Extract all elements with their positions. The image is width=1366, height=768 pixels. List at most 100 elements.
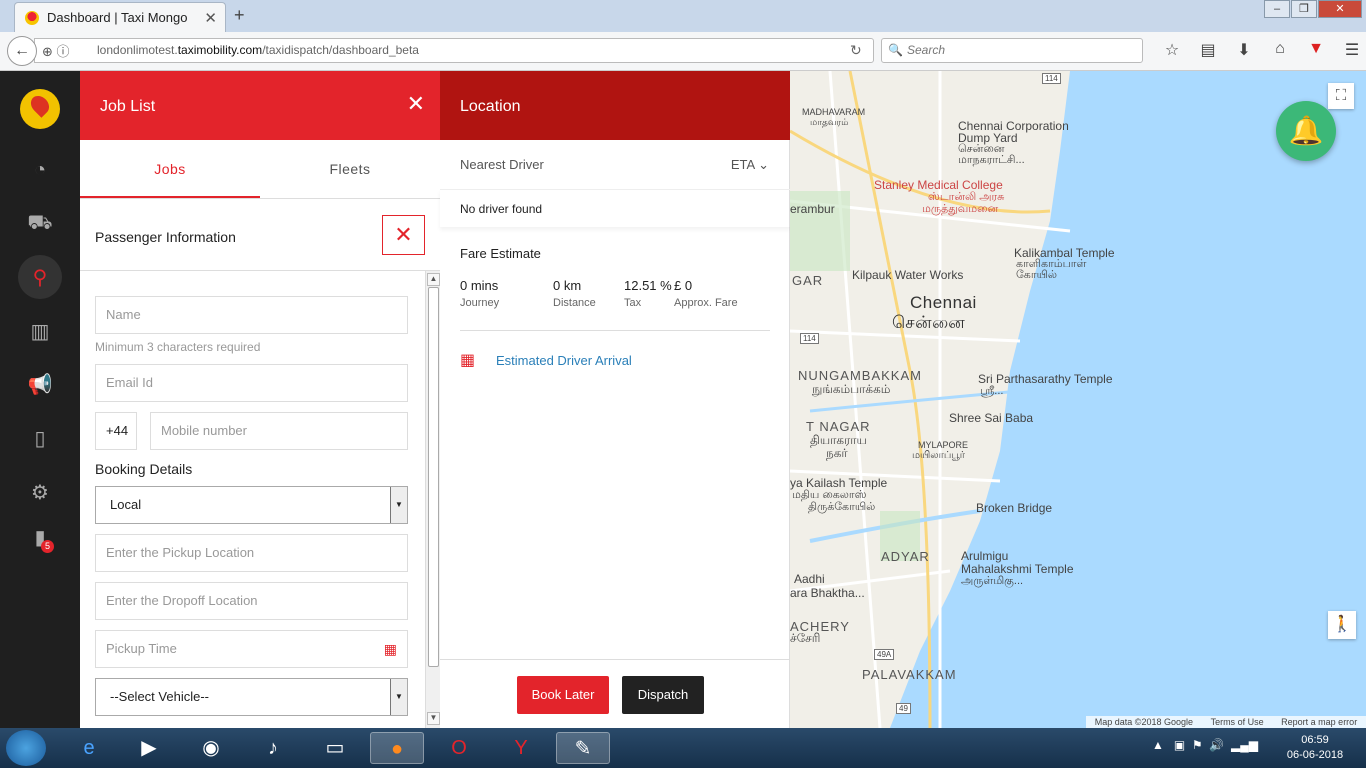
dashboard-icon[interactable]: ◔ [18, 148, 62, 192]
scroll-down-icon[interactable]: ▼ [427, 712, 440, 725]
divider [460, 330, 770, 331]
internet-explorer-icon[interactable]: e [62, 732, 116, 764]
close-window-button[interactable]: ✕ [1318, 0, 1362, 18]
close-joblist-icon[interactable]: ✕ [407, 91, 425, 117]
map-label: GAR [792, 273, 824, 288]
minimize-button[interactable]: – [1264, 0, 1290, 18]
site-info-icon[interactable]: ⊕ ⓘ [42, 41, 70, 60]
reports-chart-icon[interactable]: ▥ [18, 309, 62, 353]
network-icon[interactable]: ▣ [1174, 738, 1185, 752]
map-label: erambur [790, 202, 835, 216]
map-label: MYLAPORE [918, 440, 969, 450]
fare-value: £ 0 [674, 278, 693, 293]
map-label: Broken Bridge [976, 501, 1053, 515]
browser-search-input[interactable]: 🔍 Search [881, 38, 1143, 63]
fare-value: 12.51 % [624, 278, 672, 293]
pickup-time-field[interactable]: Pickup Time ▦ [95, 630, 408, 668]
report-error-link[interactable]: Report a map error [1281, 716, 1357, 728]
notification-badge: 5 [41, 540, 54, 553]
favicon-icon [25, 10, 39, 25]
dropoff-location-field[interactable]: Enter the Dropoff Location [95, 582, 408, 620]
document-icon[interactable]: ▯ [18, 416, 62, 460]
tab-title: Dashboard | Taxi Mongo [47, 10, 188, 25]
app-logo[interactable] [20, 89, 60, 129]
map-label: மருத்துவமனை [922, 203, 999, 215]
road-shield: 114 [800, 333, 819, 344]
home-icon[interactable]: ⌂ [1262, 40, 1298, 60]
action-footer: Book Later Dispatch [440, 659, 790, 728]
maximize-button[interactable]: ❐ [1291, 0, 1317, 18]
street-view-pegman-icon[interactable]: 🚶 [1328, 611, 1356, 639]
settings-gear-icon[interactable]: ⚙ [18, 470, 62, 514]
scroll-up-icon[interactable]: ▲ [427, 273, 440, 286]
map-label: NUNGAMBAKKAM [798, 368, 922, 383]
calendar-icon[interactable]: ▦ [384, 631, 397, 667]
fare-distance: 0 km Distance [553, 278, 596, 309]
map-label: கோயில் [1016, 269, 1058, 281]
book-later-button[interactable]: Book Later [517, 676, 609, 714]
map[interactable]: MADHAVARAM மாதவரம் Chennai Corporation D… [790, 71, 1366, 728]
show-hidden-icons-icon[interactable]: ▲ [1152, 738, 1164, 752]
booking-type-select[interactable]: Local ▼ [95, 486, 408, 524]
pickup-location-field[interactable]: Enter the Pickup Location [95, 534, 408, 572]
notifications-book-icon[interactable]: ▮ 5 [18, 515, 62, 559]
yandex-icon[interactable]: Y [494, 732, 548, 764]
country-code-field[interactable]: +44 [95, 412, 137, 450]
fullscreen-icon[interactable]: ⛶ [1328, 83, 1354, 109]
map-label: Shree Sai Baba [949, 411, 1034, 425]
scrollbar-thumb[interactable] [428, 287, 439, 667]
fare-label: Tax [624, 297, 642, 309]
form-scrollbar[interactable]: ▲ ▼ [425, 271, 440, 728]
no-driver-message: No driver found [440, 189, 790, 227]
vehicle-select[interactable]: --Select Vehicle-- ▼ [95, 678, 408, 716]
location-panel: Nearest Driver ETA ⌄ No driver found Far… [440, 140, 790, 728]
system-clock[interactable]: 06:59 06-06-2018 [1283, 733, 1347, 763]
firefox-icon[interactable]: ● [370, 732, 424, 764]
map-background [790, 71, 1366, 728]
shield-icon[interactable]: ▼ [1298, 40, 1334, 60]
joblist-tabs: Jobs Fleets [80, 140, 440, 199]
bookmark-star-icon[interactable]: ☆ [1154, 40, 1190, 60]
menu-icon[interactable]: ☰ [1334, 40, 1366, 60]
clear-passenger-button[interactable]: ✕ [382, 215, 425, 255]
reading-list-icon[interactable]: ▤ [1190, 40, 1226, 60]
fare-tax: 12.51 % Tax [624, 278, 672, 309]
map-label: ADYAR [881, 549, 930, 564]
clock-time: 06:59 [1301, 734, 1329, 746]
start-button[interactable] [6, 730, 46, 766]
new-tab-icon[interactable]: + [234, 5, 245, 26]
email-field[interactable]: Email Id [95, 364, 408, 402]
download-icon[interactable]: ⬇ [1226, 40, 1262, 60]
back-icon[interactable]: ← [7, 36, 37, 66]
action-center-icon[interactable]: ⚑ [1192, 738, 1203, 752]
signal-icon[interactable]: ▂▄▆ [1231, 738, 1258, 752]
itunes-icon[interactable]: ♪ [246, 732, 300, 764]
location-header: Location [440, 71, 790, 140]
fare-label: Journey [460, 297, 500, 309]
bell-icon[interactable]: 🔔 [1276, 101, 1336, 161]
tab-fleets[interactable]: Fleets [260, 140, 440, 198]
tab-close-icon[interactable]: ✕ [204, 9, 217, 27]
opera-icon[interactable]: O [432, 732, 486, 764]
tab-jobs[interactable]: Jobs [80, 140, 260, 198]
reload-icon[interactable]: ↻ [850, 42, 862, 59]
url-bar[interactable]: londonlimotest.taximobility.com/taxidisp… [34, 38, 874, 63]
terms-link[interactable]: Terms of Use [1211, 716, 1264, 728]
map-label: மாதவரம் [810, 117, 849, 127]
media-player-icon[interactable]: ▶ [122, 732, 176, 764]
chrome-icon[interactable]: ◉ [184, 732, 238, 764]
mobile-field[interactable]: Mobile number [150, 412, 408, 450]
car-icon[interactable]: ⛟ [18, 202, 62, 246]
map-label: சென்னை [892, 313, 966, 332]
file-explorer-icon[interactable]: ▭ [308, 732, 362, 764]
eta-dropdown[interactable]: ETA ⌄ [731, 157, 769, 173]
paint-icon[interactable]: ✎ [556, 732, 610, 764]
browser-tab[interactable]: Dashboard | Taxi Mongo ✕ [14, 2, 226, 32]
name-field[interactable]: Name [95, 296, 408, 334]
dispatch-button[interactable]: Dispatch [622, 676, 704, 714]
megaphone-icon[interactable]: 📢 [18, 362, 62, 406]
volume-icon[interactable]: 🔊 [1209, 738, 1224, 752]
estimated-arrival-link[interactable]: Estimated Driver Arrival [496, 353, 632, 368]
location-pin-icon[interactable]: ⚲ [18, 255, 62, 299]
map-label: PALAVAKKAM [862, 667, 957, 682]
